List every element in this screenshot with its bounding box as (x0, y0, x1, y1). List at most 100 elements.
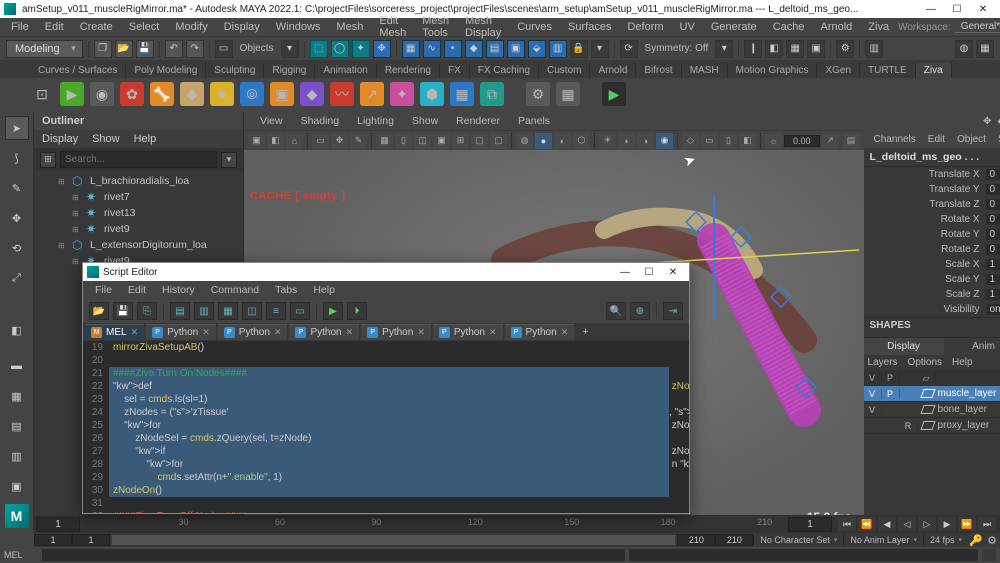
vp-color-mgmt-icon[interactable]: ▤ (843, 133, 860, 149)
last-tool[interactable]: ◧ (5, 318, 29, 342)
anim-layer-dropdown[interactable]: No Anim Layer (843, 535, 923, 545)
se-tab-add[interactable]: + (576, 326, 594, 338)
ziva-grid-icon[interactable]: ▦ (556, 82, 580, 106)
ziva-rest-icon[interactable]: ⬢ (420, 82, 444, 106)
menu-mesh-display[interactable]: Mesh Display (458, 14, 508, 40)
vp-aa-icon[interactable]: ◉ (656, 133, 673, 149)
layer-vis-toggle[interactable]: V (864, 405, 882, 415)
outliner-item[interactable]: ⊞⬡L_brachioradialis_loa (34, 173, 243, 189)
menu-edit[interactable]: Edit (38, 20, 71, 34)
menu-curves[interactable]: Curves (510, 20, 559, 34)
channel-row[interactable]: Rotate X0 (864, 212, 1000, 227)
channel-value[interactable]: on (986, 304, 1000, 315)
cb-node-name[interactable]: L_deltoid_ms_geo . . . (864, 148, 1000, 167)
play-back-button[interactable]: ◁ (898, 517, 916, 531)
se-menu-tabs[interactable]: Tabs (267, 283, 305, 297)
se-show-history-icon[interactable]: ≡ (266, 302, 286, 320)
channel-value[interactable]: 0 (986, 229, 1000, 240)
range-start-inner[interactable]: 1 (72, 534, 110, 546)
script-editor-toggle-button[interactable] (982, 549, 996, 561)
snap-proj-icon[interactable]: ▥ (549, 40, 567, 58)
se-tab-close[interactable]: ✕ (561, 327, 569, 338)
shelf-tab-motion-graphics[interactable]: Motion Graphics (728, 63, 818, 78)
vp-lights-icon[interactable]: ☀ (599, 133, 616, 149)
channel-row[interactable]: Translate X0 (864, 167, 1000, 182)
viewport-menu-view[interactable]: View (252, 114, 291, 128)
channel-row[interactable]: Rotate Z0 (864, 242, 1000, 257)
vp-camera-icon[interactable]: ⌂ (286, 133, 303, 149)
vp-film-gate-icon[interactable]: ▯ (395, 133, 412, 149)
symmetry-dropdown[interactable]: ▾ (715, 40, 733, 58)
vp-exposure-icon[interactable]: ☼ (765, 133, 782, 149)
vp-bookmark-icon[interactable]: ◧ (267, 133, 284, 149)
se-load-icon[interactable]: 📂 (89, 302, 109, 320)
open-scene-icon[interactable]: 📂 (115, 40, 133, 58)
ziva-gear-icon[interactable]: ⚙ (526, 82, 550, 106)
construction-history-icon[interactable]: ◧ (765, 40, 783, 58)
select-tool-icon[interactable]: ⬚ (310, 40, 328, 58)
layers-help-menu[interactable]: Help (952, 357, 973, 368)
scale-tool[interactable]: ⤢ (5, 266, 29, 290)
shelf-tab-custom[interactable]: Custom (539, 63, 590, 78)
outliner-item[interactable]: ⊞✷rivet13 (34, 205, 243, 221)
shelf-tab-arnold[interactable]: Arnold (590, 63, 636, 78)
viewport-menu-panels[interactable]: Panels (510, 114, 558, 128)
menu-cache[interactable]: Cache (766, 20, 812, 34)
menu-mesh[interactable]: Mesh (329, 20, 370, 34)
layer-tab-anim[interactable]: Anim (944, 338, 1000, 355)
layout-four-icon[interactable]: ▦ (5, 384, 29, 408)
layout-out-icon[interactable]: ▣ (5, 474, 29, 498)
snap-grid-icon[interactable]: ▦ (402, 40, 420, 58)
channel-value[interactable]: 1 (986, 274, 1000, 285)
cb-channels-menu[interactable]: Channels (868, 133, 922, 146)
se-execute-icon[interactable]: ▶ (323, 302, 343, 320)
channel-row[interactable]: Scale Z1 (864, 287, 1000, 302)
autokey-button[interactable]: 🔑 (968, 534, 984, 546)
menu-surfaces[interactable]: Surfaces (561, 20, 618, 34)
window-minimize-button[interactable]: — (918, 4, 944, 15)
panel-layout-icon[interactable]: ▥ (865, 40, 883, 58)
shelf-tab-mash[interactable]: MASH (682, 63, 728, 78)
new-scene-icon[interactable]: ❐ (94, 40, 112, 58)
lasso-tool[interactable]: ⟆ (5, 146, 29, 170)
se-tab-5[interactable]: PPython✕ (433, 324, 503, 340)
cb-manip-icon[interactable]: ✥ (983, 116, 991, 127)
range-end-outer[interactable]: 210 (715, 534, 753, 546)
se-goto-icon[interactable]: ⊕ (630, 302, 650, 320)
workspace-dropdown[interactable]: General* (955, 21, 1000, 33)
render-icon[interactable]: ▦ (786, 40, 804, 58)
outliner-help-menu[interactable]: Help (134, 133, 157, 145)
save-scene-icon[interactable]: 💾 (136, 40, 154, 58)
script-editor-window[interactable]: Script Editor — ☐ ✕ FileEditHistoryComma… (82, 262, 690, 514)
layer-ref-toggle[interactable]: R (900, 421, 918, 431)
ziva-loa-icon[interactable]: ↗ (360, 82, 384, 106)
vp-gamma-icon[interactable]: ↗ (822, 133, 839, 149)
command-input[interactable] (42, 549, 625, 561)
vp-gate-mask-icon[interactable]: ▣ (433, 133, 450, 149)
vp-wireframe-icon[interactable]: ◍ (516, 133, 533, 149)
ziva-cloth-icon[interactable]: ◆ (180, 82, 204, 106)
channel-value[interactable]: 0 (986, 214, 1000, 225)
goto-start-button[interactable]: ⏮ (838, 517, 856, 531)
cb-edit-menu[interactable]: Edit (922, 133, 951, 146)
se-tab-4[interactable]: PPython✕ (361, 324, 431, 340)
shelf-tab-rendering[interactable]: Rendering (377, 63, 440, 78)
script-editor-minimize[interactable]: — (613, 267, 637, 278)
vp-smooth-shade-icon[interactable]: ● (535, 133, 552, 149)
play-forward-button[interactable]: ▷ (918, 517, 936, 531)
vp-res-gate-icon[interactable]: ◫ (414, 133, 431, 149)
time-current-frame[interactable]: 1 (788, 517, 832, 532)
range-slider[interactable]: 1 1 210 210 No Character Set No Anim Lay… (34, 533, 1000, 547)
account-icon[interactable]: ◍ (955, 40, 973, 58)
move-tool-icon[interactable]: ✥ (373, 40, 391, 58)
se-clear-history-icon[interactable]: ▥ (194, 302, 214, 320)
ziva-fiber-icon[interactable]: 〰 (330, 82, 354, 106)
step-forward-button[interactable]: ▶ (938, 517, 956, 531)
shelf-tab-sculpting[interactable]: Sculpting (206, 63, 264, 78)
layer-col-v[interactable]: V (864, 373, 882, 383)
channel-row[interactable]: Translate Y0 (864, 182, 1000, 197)
script-editor-code[interactable]: 19mirrorZivaSetupAB()2021####Ziva Turn O… (83, 341, 689, 513)
toolkit-icon[interactable]: ▦ (976, 40, 994, 58)
se-tab-close[interactable]: ✕ (274, 327, 282, 338)
ziva-attach-icon[interactable]: ★ (210, 82, 234, 106)
